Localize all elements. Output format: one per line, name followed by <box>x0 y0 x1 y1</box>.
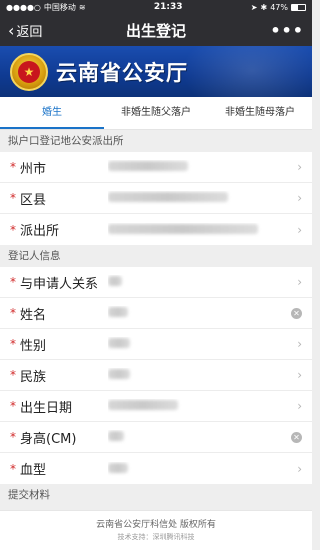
required-marker: * <box>10 399 16 413</box>
location-icon: ➤ <box>250 2 258 12</box>
ethnicity-label: 民族 <box>20 369 47 385</box>
chevron-left-icon: ‹ <box>8 20 15 40</box>
clear-icon[interactable]: ✕ <box>291 307 302 319</box>
city-value <box>108 160 290 174</box>
relationship-label: 与申请人关系 <box>20 276 99 292</box>
police-station-list: * 州市 › * 区县 › * 派出所 › <box>0 152 312 245</box>
required-marker: * <box>10 222 16 237</box>
tab-marital-birth[interactable]: 婚生 <box>0 97 104 129</box>
required-marker: * <box>10 191 16 205</box>
status-bar: ●●●●○ 中国移动 ≋ 21:33 ➤ ✱ 47% <box>0 0 312 14</box>
birthdate-select-row[interactable]: * 出生日期 › <box>0 391 312 422</box>
relationship-value <box>108 275 290 289</box>
gender-value <box>108 337 290 351</box>
clock: 21:33 <box>153 2 183 12</box>
height-input[interactable] <box>108 430 291 444</box>
bloodtype-select-row[interactable]: * 血型 › <box>0 453 312 484</box>
required-marker: * <box>10 306 16 320</box>
chevron-right-icon: › <box>297 368 302 382</box>
back-label: 返回 <box>16 24 43 40</box>
more-menu-button[interactable]: ••• <box>270 21 304 40</box>
header-banner: ★ 云南省公安厅 <box>0 46 312 97</box>
chevron-right-icon: › <box>297 160 302 174</box>
name-input-row[interactable]: * 姓名 ✕ <box>0 298 312 329</box>
gender-select-row[interactable]: * 性别 › <box>0 329 312 360</box>
height-label: 身高(CM) <box>20 431 77 447</box>
tab-nonmarital-father[interactable]: 非婚生随父落户 <box>104 97 208 129</box>
copyright-text: 云南省公安厅科信处 版权所有 <box>96 520 216 530</box>
county-label: 区县 <box>20 192 47 208</box>
required-marker: * <box>10 337 16 351</box>
tab-bar: 婚生 非婚生随父落户 非婚生随母落户 <box>0 97 312 130</box>
clear-icon[interactable]: ✕ <box>291 431 302 443</box>
carrier-label: 中国移动 <box>43 2 76 12</box>
section-header-materials: 提交材料 <box>0 484 312 506</box>
footer: 云南省公安厅科信处 版权所有 技术支持：深圳腾讯科技 <box>0 510 312 550</box>
tab-nonmarital-mother[interactable]: 非婚生随母落户 <box>208 97 312 129</box>
city-label: 州市 <box>20 161 47 177</box>
birthdate-value <box>108 399 290 413</box>
city-select-row[interactable]: * 州市 › <box>0 152 312 183</box>
county-select-row[interactable]: * 区县 › <box>0 183 312 214</box>
required-marker: * <box>10 368 16 382</box>
county-value <box>108 191 290 205</box>
chevron-right-icon: › <box>297 191 302 205</box>
height-input-row[interactable]: * 身高(CM) ✕ <box>0 422 312 453</box>
ethnicity-value <box>108 368 290 382</box>
chevron-right-icon: › <box>297 399 302 413</box>
birthdate-label: 出生日期 <box>20 400 73 416</box>
required-marker: * <box>10 430 16 444</box>
required-marker: * <box>10 461 16 476</box>
chevron-right-icon: › <box>297 461 302 476</box>
bloodtype-value <box>108 462 290 476</box>
required-marker: * <box>10 160 16 174</box>
registrant-info-list: * 与申请人关系 › * 姓名 ✕ * 性别 › * 民族 › * 出生日期 ›… <box>0 267 312 484</box>
star-icon: ★ <box>18 60 40 83</box>
station-label: 派出所 <box>20 224 60 239</box>
station-select-row[interactable]: * 派出所 › <box>0 214 312 245</box>
bluetooth-icon: ✱ <box>260 2 268 12</box>
name-label: 姓名 <box>20 307 47 323</box>
section-header-police-station: 拟户口登记地公安派出所 <box>0 130 312 152</box>
back-button[interactable]: ‹ 返回 <box>8 21 42 40</box>
required-marker: * <box>10 275 16 289</box>
battery-icon <box>290 3 306 11</box>
relationship-select-row[interactable]: * 与申请人关系 › <box>0 267 312 298</box>
police-emblem-logo: ★ <box>10 52 48 91</box>
section-header-registrant: 登记人信息 <box>0 245 312 267</box>
battery-percent: 47% <box>270 2 288 12</box>
name-input[interactable] <box>108 306 291 320</box>
page-title: 出生登记 <box>125 21 186 40</box>
chevron-right-icon: › <box>297 222 302 237</box>
station-value <box>108 223 290 237</box>
nav-bar: ‹ 返回 出生登记 ••• <box>0 14 312 46</box>
gender-label: 性别 <box>20 338 47 354</box>
signal-icon: ●●●●○ <box>6 2 41 12</box>
chevron-right-icon: › <box>297 337 302 351</box>
wifi-icon: ≋ <box>78 2 86 12</box>
ethnicity-select-row[interactable]: * 民族 › <box>0 360 312 391</box>
chevron-right-icon: › <box>297 275 302 289</box>
tech-support-text: 技术支持：深圳腾讯科技 <box>117 533 195 541</box>
bloodtype-label: 血型 <box>20 463 47 478</box>
banner-title: 云南省公安厅 <box>56 60 188 85</box>
